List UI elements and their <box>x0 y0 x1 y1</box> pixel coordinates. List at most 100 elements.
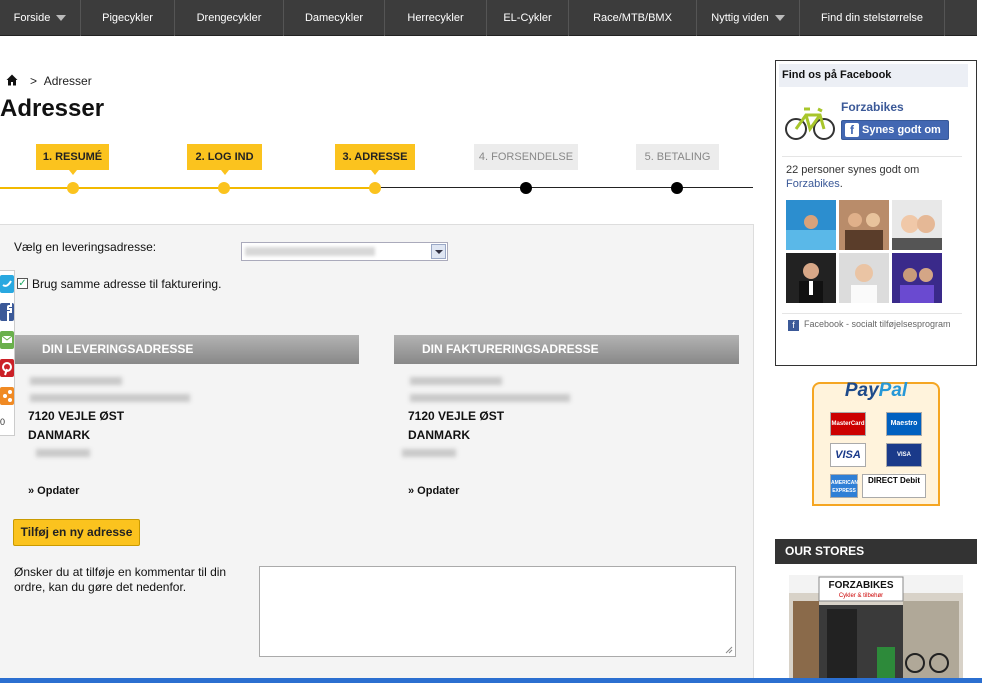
chevron-down-icon <box>774 15 785 22</box>
nav-item-label: Forside <box>13 12 51 24</box>
home-icon[interactable] <box>6 74 18 86</box>
like-count-text: 22 personer synes godt om <box>786 164 920 176</box>
nav-item-race-mtb-bmx[interactable]: Race/MTB/BMX <box>569 0 697 36</box>
amex-logo: AMERICAN EXPRESS <box>830 474 858 498</box>
facebook-plugin-link[interactable]: f Facebook - socialt tilføjelsesprogram <box>788 319 951 331</box>
nav-item-label: Herrecykler <box>407 12 464 24</box>
paypal-logo-a: Pay <box>844 380 879 401</box>
bike-thumbnail[interactable] <box>784 95 836 147</box>
taskbar-edge <box>0 678 982 683</box>
progress-line-remaining <box>376 187 753 188</box>
share-count: 0 <box>0 417 6 427</box>
delivery-address-heading: DIN LEVERINGSADRESSE <box>14 335 359 364</box>
like-label: Synes godt om <box>862 124 941 136</box>
paypal-payment-badge: PayPal MasterCard Maestro VISA VISA ELEC… <box>812 380 940 506</box>
delivery-update-link[interactable]: » Opdater <box>28 485 79 497</box>
our-stores-heading: OUR STORES <box>775 539 977 564</box>
store-photo[interactable]: FORZABIKES Cykler & tilbehør <box>789 575 963 679</box>
twitter-icon[interactable] <box>0 273 14 295</box>
step-resume[interactable]: 1. RESUMÉ <box>36 144 109 175</box>
nav-item-label: Drengecykler <box>196 12 262 24</box>
step-forsendelse: 4. FORSENDELSE <box>474 144 578 170</box>
nav-item-pigecykler[interactable]: Pigecykler <box>81 0 175 36</box>
facebook-icon[interactable] <box>0 301 14 323</box>
nav-item-nyttig-viden[interactable]: Nyttig viden <box>697 0 800 36</box>
visa-electron-logo: VISA ELECTRON <box>886 443 922 480</box>
redacted-name <box>410 377 502 385</box>
nav-item-herrecykler[interactable]: Herrecykler <box>385 0 487 36</box>
chevron-down-icon <box>431 244 446 259</box>
redacted-phone <box>402 449 456 457</box>
add-address-button[interactable]: Tilføj en ny adresse <box>13 519 140 546</box>
nav-item-label: Pigecykler <box>102 12 153 24</box>
pinterest-icon[interactable] <box>0 357 14 379</box>
fan-avatar[interactable] <box>892 253 942 303</box>
paypal-logo: PayPal <box>814 380 938 402</box>
breadcrumb-separator: > <box>30 74 38 88</box>
step-log-ind[interactable]: 2. LOG IND <box>187 144 262 175</box>
progress-line-complete <box>0 187 376 189</box>
redacted-value <box>245 247 375 256</box>
chevron-down-icon <box>56 15 67 22</box>
step-betaling: 5. BETALING <box>636 144 719 170</box>
more-share-icon[interactable] <box>0 385 14 407</box>
facebook-widget-heading: Find os på Facebook <box>779 64 968 87</box>
redacted-name <box>30 377 122 385</box>
step-dot-forsendelse <box>520 182 532 194</box>
main-navigation: Forside Pigecykler Drengecykler Damecykl… <box>0 0 977 36</box>
delivery-city: 7120 VEJLE ØST <box>28 409 125 423</box>
billing-update-link[interactable]: » Opdater <box>408 485 459 497</box>
resize-handle-icon[interactable] <box>725 646 733 654</box>
share-bar: 0 <box>0 270 15 436</box>
direct-debit-logo: DIRECT Debit <box>862 474 926 498</box>
like-count-end: . <box>839 178 843 190</box>
nav-item-el-cykler[interactable]: EL-Cykler <box>487 0 569 36</box>
breadcrumb: > Adresser <box>6 74 92 88</box>
billing-country: DANMARK <box>408 428 470 442</box>
facebook-like-button[interactable]: f Synes godt om <box>841 120 949 140</box>
plugin-label: Facebook - socialt tilføjelsesprogram <box>804 319 951 329</box>
nav-item-drengecykler[interactable]: Drengecykler <box>175 0 284 36</box>
divider <box>782 313 962 314</box>
fan-avatar[interactable] <box>839 253 889 303</box>
billing-address-heading: DIN FAKTURERINGSADRESSE <box>394 335 739 364</box>
fan-avatar[interactable] <box>786 253 836 303</box>
fan-avatar[interactable] <box>839 200 889 250</box>
nav-item-label: Find din stelstørrelse <box>820 12 924 24</box>
maestro-logo: Maestro <box>886 412 922 436</box>
breadcrumb-current: Adresser <box>43 74 92 88</box>
step-dot-log-ind <box>218 182 230 194</box>
nav-item-damecykler[interactable]: Damecykler <box>284 0 385 36</box>
nav-item-label: Race/MTB/BMX <box>593 12 672 24</box>
step-dot-resume <box>67 182 79 194</box>
email-icon[interactable] <box>0 329 14 351</box>
nav-item-label: EL-Cykler <box>503 12 552 24</box>
divider <box>782 156 962 157</box>
delivery-country: DANMARK <box>28 428 90 442</box>
facebook-like-count: 22 personer synes godt om Forzabikes. <box>786 163 966 191</box>
nav-item-label: Damecykler <box>304 12 364 24</box>
delivery-address-select[interactable] <box>241 242 448 261</box>
paypal-logo-b: Pal <box>878 380 908 401</box>
same-address-label: Brug samme adresse til fakturering. <box>32 277 222 291</box>
visa-logo: VISA <box>830 443 866 467</box>
store-sign-sub: Cykler & tilbehør <box>839 593 883 599</box>
comment-label: Ønsker du at tilføje en kommentar til di… <box>14 565 227 594</box>
fan-avatar[interactable] <box>892 200 942 250</box>
facebook-icon: f <box>788 320 799 331</box>
fan-avatar[interactable] <box>786 200 836 250</box>
facebook-icon: f <box>845 123 859 137</box>
step-dot-betaling <box>671 182 683 194</box>
nav-item-forside[interactable]: Forside <box>0 0 81 36</box>
redacted-phone <box>36 449 90 457</box>
step-dot-adresse <box>369 182 381 194</box>
delivery-select-label: Vælg en leveringsadresse: <box>14 240 157 254</box>
mastercard-logo: MasterCard <box>830 412 866 436</box>
facebook-page-name[interactable]: Forzabikes <box>841 100 904 114</box>
nav-item-label: Nyttig viden <box>711 12 769 24</box>
step-adresse[interactable]: 3. ADRESSE <box>335 144 415 175</box>
same-address-checkbox[interactable]: ✓ <box>17 278 28 289</box>
facebook-page-link[interactable]: Forzabikes <box>786 178 840 190</box>
nav-item-find-stelstorrelse[interactable]: Find din stelstørrelse <box>800 0 945 36</box>
comment-textarea[interactable] <box>259 566 736 657</box>
